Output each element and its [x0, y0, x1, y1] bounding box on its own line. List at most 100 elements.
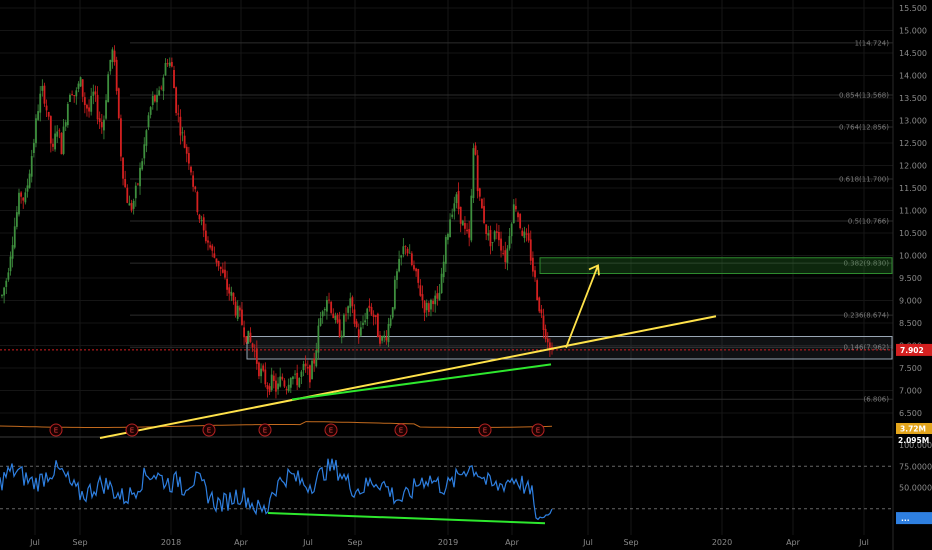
candle-body — [168, 62, 171, 66]
earnings-marker[interactable]: E — [531, 423, 545, 437]
candle-body — [24, 192, 27, 203]
candle-body — [415, 268, 417, 272]
candle-body — [457, 190, 460, 210]
candle-body — [281, 376, 284, 380]
candle-body — [100, 121, 103, 128]
candle-body — [139, 167, 141, 187]
candle-body — [487, 233, 490, 236]
candle-body — [508, 236, 511, 249]
candle-body — [498, 231, 500, 241]
candle-body — [474, 145, 477, 155]
candle-body — [294, 373, 296, 375]
candle-body — [73, 95, 76, 97]
candle-body — [149, 107, 152, 115]
candle-body — [221, 269, 224, 273]
candle-body — [160, 87, 163, 89]
time-tick-label: Apr — [505, 538, 520, 547]
candle-body — [423, 300, 426, 313]
candle-body — [538, 297, 541, 312]
candle-body — [347, 306, 350, 313]
candle-body — [464, 222, 466, 229]
candle-body — [468, 229, 471, 238]
candle-body — [32, 142, 35, 153]
candle-body — [236, 305, 239, 319]
earnings-marker[interactable]: E — [394, 423, 408, 437]
candle-body — [230, 291, 233, 296]
price-chart[interactable]: 1(14.724) 0.854(13.568) 0.764(12.856) 0.618… — [0, 0, 932, 550]
candle-body — [298, 377, 301, 387]
candle-body — [52, 143, 54, 147]
candle-body — [304, 363, 307, 367]
earnings-marker[interactable]: E — [258, 423, 272, 437]
candle-body — [536, 280, 539, 301]
candle-body — [466, 229, 468, 232]
candle-body — [162, 77, 165, 92]
candle-body — [251, 343, 254, 348]
candle-body — [306, 367, 309, 369]
earnings-marker[interactable]: E — [324, 423, 338, 437]
earnings-marker[interactable]: E — [202, 423, 216, 437]
candle-body — [491, 242, 494, 244]
earnings-marker[interactable]: E — [125, 423, 139, 437]
candle-body — [493, 231, 496, 240]
candle-body — [69, 94, 71, 103]
candle-body — [15, 212, 18, 227]
candle-body — [41, 85, 44, 91]
candle-body — [224, 269, 226, 278]
candle-body — [83, 97, 86, 106]
candle-body — [300, 371, 303, 377]
candle-body — [279, 376, 282, 387]
candle-body — [111, 49, 114, 63]
candle-body — [247, 330, 250, 344]
oscillator-value-label: ... — [901, 514, 910, 523]
oscillator-tick-label: 75.0000 — [899, 462, 932, 471]
candle-body — [175, 87, 178, 113]
price-tick-label: 12.000 — [899, 162, 927, 171]
earnings-label: E — [54, 427, 58, 435]
candle-body — [400, 255, 403, 258]
candle-body — [321, 311, 324, 317]
candle-body — [289, 377, 292, 388]
candle-body — [153, 95, 156, 102]
candle-body — [43, 85, 46, 104]
candle-body — [66, 103, 69, 126]
candle-body — [120, 118, 122, 157]
candle-body — [109, 59, 112, 72]
candle-body — [164, 62, 167, 76]
candle-body — [483, 206, 485, 223]
candle-body — [451, 214, 454, 217]
candle-body — [75, 90, 78, 97]
candle-body — [546, 338, 549, 343]
candle-body — [366, 308, 369, 320]
candle-body — [185, 146, 188, 154]
candle-body — [268, 386, 271, 393]
earnings-marker[interactable]: E — [49, 423, 63, 437]
candle-body — [334, 315, 337, 320]
time-tick-label: Sep — [623, 538, 638, 547]
candle-body — [504, 250, 507, 263]
earnings-label: E — [399, 427, 403, 435]
candle-body — [47, 111, 50, 117]
candle-body — [105, 100, 107, 119]
candle-body — [202, 217, 205, 231]
candle-body — [353, 309, 356, 324]
earnings-marker[interactable]: E — [478, 423, 492, 437]
candle-body — [489, 230, 492, 247]
price-tick-label: 11.000 — [899, 207, 927, 216]
time-tick-label: Jul — [858, 538, 869, 547]
oscillator-tick-label: 50.0000 — [899, 484, 932, 493]
candle-body — [37, 111, 40, 120]
target-zone[interactable] — [539, 257, 893, 274]
candle-body — [98, 118, 101, 122]
candle-body — [198, 214, 201, 220]
candle-body — [309, 365, 311, 383]
candle-body — [357, 329, 360, 338]
candle-body — [332, 313, 335, 319]
candle-body — [243, 327, 245, 338]
candle-body — [470, 195, 473, 241]
candle-body — [187, 153, 190, 164]
candle-body — [302, 364, 305, 371]
candle-body — [3, 287, 6, 296]
candle-body — [296, 372, 299, 386]
candle-body — [374, 315, 377, 317]
